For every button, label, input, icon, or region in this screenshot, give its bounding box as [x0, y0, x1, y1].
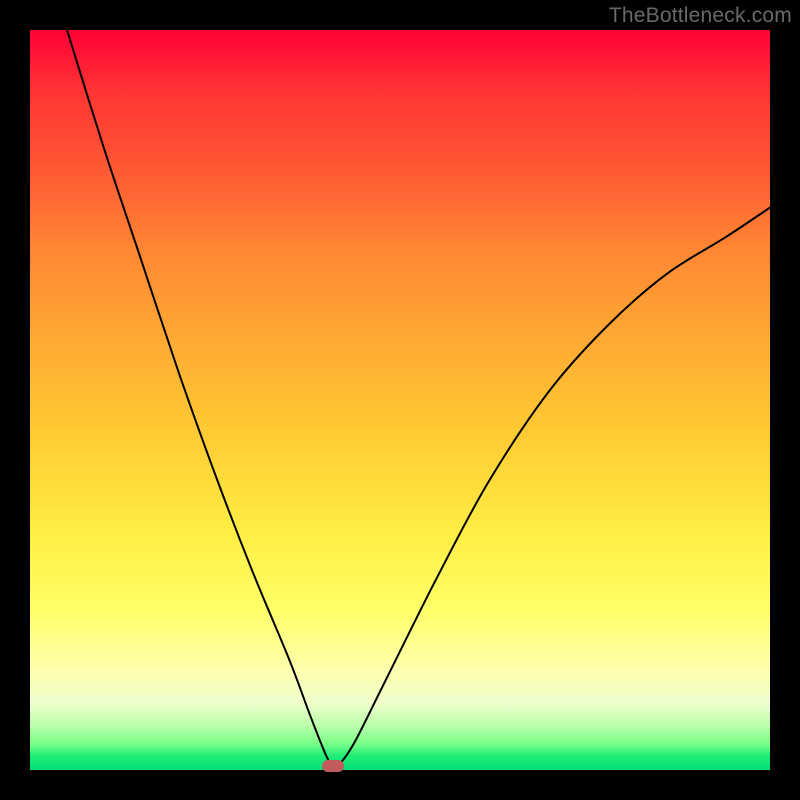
bottleneck-curve: [67, 30, 770, 767]
min-marker: [322, 760, 344, 772]
watermark-text: TheBottleneck.com: [609, 4, 792, 28]
curve-svg: [30, 30, 770, 770]
plot-area: [30, 30, 770, 770]
